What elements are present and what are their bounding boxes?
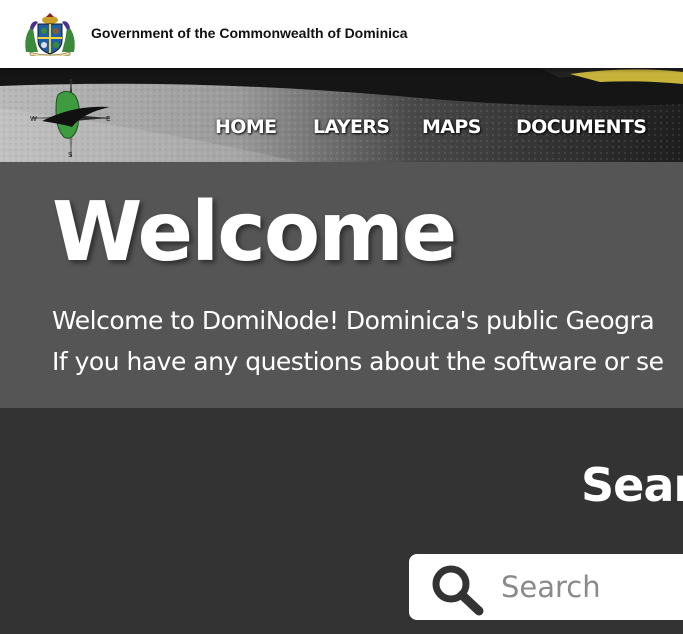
nav-layers[interactable]: LAYERS — [313, 116, 390, 138]
welcome-intro-line-2: If you have any questions about the soft… — [52, 347, 664, 376]
svg-text:S: S — [68, 151, 73, 159]
nav-maps[interactable]: MAPS — [422, 116, 481, 138]
welcome-hero: Welcome Welcome to DomiNode! Dominica's … — [0, 162, 683, 408]
search-icon[interactable] — [427, 562, 487, 616]
search-section: Sear — [0, 408, 683, 634]
svg-text:N: N — [68, 78, 73, 86]
government-title: Government of the Commonwealth of Domini… — [91, 25, 408, 41]
search-input[interactable] — [501, 566, 683, 608]
nav-menu: HOME LAYERS MAPS DOCUMENTS — [0, 116, 683, 146]
coat-of-arms-icon — [25, 13, 75, 56]
welcome-title: Welcome — [52, 185, 457, 280]
main-navbar: N S W E HOME LAYERS MAPS DOCUMENTS — [0, 68, 683, 162]
welcome-intro-line-1: Welcome to DomiNode! Dominica's public G… — [52, 306, 655, 335]
nav-documents[interactable]: DOCUMENTS — [516, 116, 647, 138]
search-heading: Sear — [581, 458, 683, 512]
government-bar: Government of the Commonwealth of Domini… — [0, 0, 683, 68]
search-box[interactable] — [409, 554, 683, 620]
nav-home[interactable]: HOME — [215, 116, 277, 138]
